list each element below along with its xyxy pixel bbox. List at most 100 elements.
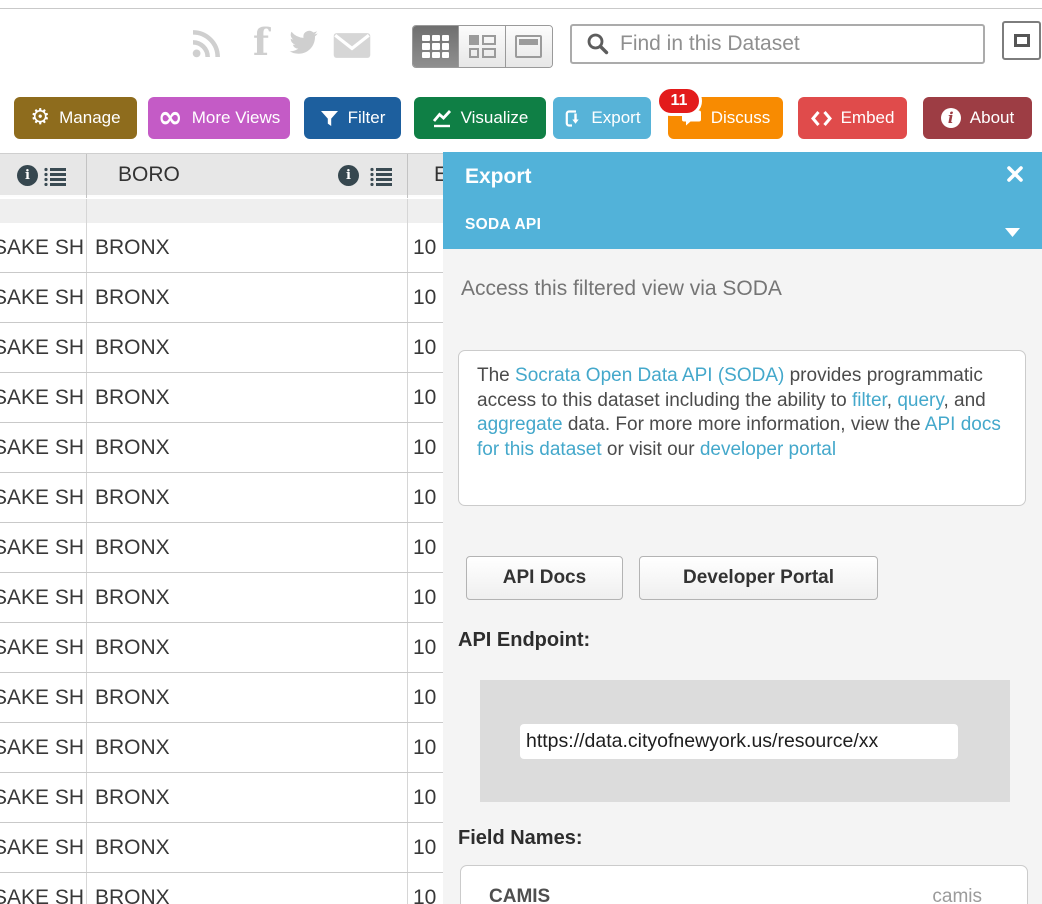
visualize-button[interactable]: Visualize xyxy=(414,97,546,139)
cell-name[interactable]: SAKE SH xyxy=(0,873,87,904)
chevron-down-icon[interactable] xyxy=(1005,224,1020,242)
cell-boro[interactable]: BRONX xyxy=(87,873,408,904)
close-icon[interactable] xyxy=(1006,165,1024,183)
cell-boro[interactable]: BRONX xyxy=(87,723,408,772)
code-brackets-icon xyxy=(811,110,832,127)
api-endpoint-input[interactable] xyxy=(520,724,958,759)
cell-boro[interactable]: BRONX xyxy=(87,773,408,822)
page-view-icon xyxy=(515,35,542,58)
filter-button[interactable]: Filter xyxy=(304,97,401,139)
cell-name[interactable]: SAKE SH xyxy=(0,673,87,722)
discuss-count-badge[interactable]: 11 xyxy=(656,86,702,116)
more-views-button[interactable]: ∞ More Views xyxy=(148,97,290,139)
cell-name[interactable]: SAKE SH xyxy=(0,823,87,872)
maximize-button[interactable] xyxy=(1002,21,1041,60)
split-view-icon xyxy=(469,35,496,58)
view-toggle-group xyxy=(412,25,553,68)
embed-button[interactable]: Embed xyxy=(798,97,907,139)
cell-boro[interactable]: BRONX xyxy=(87,473,408,522)
cell-name[interactable]: SAKE SH xyxy=(0,373,87,422)
embed-label: Embed xyxy=(841,108,895,128)
soda-paragraph: The Socrata Open Data API (SODA) provide… xyxy=(477,364,1007,462)
cell-name[interactable]: SAKE SH xyxy=(0,623,87,672)
export-label: Export xyxy=(591,108,640,128)
column-label-boro: BORO xyxy=(118,163,180,187)
paragraph-text: , xyxy=(887,390,898,411)
cell-name[interactable]: SAKE SH xyxy=(0,223,87,272)
soda-api-section-header[interactable]: SODA API xyxy=(465,216,541,234)
cell-boro[interactable]: BRONX xyxy=(87,823,408,872)
field-display-name: CAMIS xyxy=(489,886,550,904)
cell-boro[interactable]: BRONX xyxy=(87,323,408,372)
inline-link[interactable]: query xyxy=(897,390,943,411)
field-row: CAMIS camis xyxy=(461,866,1027,904)
cell-name[interactable]: SAKE SH xyxy=(0,423,87,472)
inline-link[interactable]: developer portal xyxy=(700,439,836,460)
socrata-dataset-page: f ⚙ Manage ∞ M xyxy=(0,0,1042,904)
grid-view-button[interactable] xyxy=(413,26,459,67)
maximize-icon xyxy=(1014,34,1030,47)
filter-cell xyxy=(0,199,87,223)
visualize-label: Visualize xyxy=(461,108,529,128)
developer-portal-button[interactable]: Developer Portal xyxy=(639,556,878,600)
field-list: CAMIS camis xyxy=(460,865,1028,904)
manage-button[interactable]: ⚙ Manage xyxy=(14,97,137,139)
more-views-label: More Views xyxy=(192,108,281,128)
inline-link[interactable]: filter xyxy=(852,390,887,411)
info-icon: i xyxy=(941,108,961,128)
email-icon[interactable] xyxy=(333,32,371,64)
page-view-button[interactable] xyxy=(506,26,552,67)
export-page-icon xyxy=(563,109,582,128)
api-docs-button[interactable]: API Docs xyxy=(466,556,623,600)
cell-boro[interactable]: BRONX xyxy=(87,673,408,722)
column-menu-icon[interactable] xyxy=(44,167,67,191)
column-menu-icon[interactable] xyxy=(370,167,393,191)
cell-boro[interactable]: BRONX xyxy=(87,273,408,322)
cell-boro[interactable]: BRONX xyxy=(87,423,408,472)
soda-subtitle: Access this filtered view via SODA xyxy=(461,277,782,301)
rss-icon[interactable] xyxy=(191,27,223,64)
funnel-icon xyxy=(320,110,339,127)
twitter-icon[interactable] xyxy=(288,30,319,61)
discuss-label: Discuss xyxy=(711,108,771,128)
cell-name[interactable]: SAKE SH xyxy=(0,473,87,522)
grid-view-icon xyxy=(422,35,449,58)
api-endpoint-label: API Endpoint: xyxy=(458,629,590,652)
paragraph-text: The xyxy=(477,365,515,386)
column-info-icon[interactable]: i xyxy=(17,165,38,186)
cell-boro[interactable]: BRONX xyxy=(87,373,408,422)
inline-link[interactable]: Socrata Open Data API (SODA) xyxy=(515,365,784,386)
field-names-label: Field Names: xyxy=(458,827,582,850)
filter-cell xyxy=(87,199,408,223)
dataset-toolbar: ⚙ Manage ∞ More Views Filter Visualize E… xyxy=(0,97,1042,139)
column-info-icon[interactable]: i xyxy=(338,165,359,186)
cell-boro[interactable]: BRONX xyxy=(87,223,408,272)
column-header-boro[interactable]: BORO i xyxy=(87,154,408,198)
paragraph-text: data. For more more information, view th… xyxy=(563,414,925,435)
about-label: About xyxy=(970,108,1014,128)
search-input[interactable] xyxy=(620,32,983,56)
cell-name[interactable]: SAKE SH xyxy=(0,723,87,772)
facebook-icon[interactable]: f xyxy=(253,24,269,61)
paragraph-text: or visit our xyxy=(602,439,700,460)
split-view-button[interactable] xyxy=(459,26,505,67)
find-in-dataset-search xyxy=(570,24,985,64)
cell-boro[interactable]: BRONX xyxy=(87,573,408,622)
manage-label: Manage xyxy=(59,108,120,128)
export-panel-header xyxy=(443,152,1042,249)
filter-label: Filter xyxy=(348,108,386,128)
cell-boro[interactable]: BRONX xyxy=(87,623,408,672)
inline-link[interactable]: aggregate xyxy=(477,414,563,435)
cell-name[interactable]: SAKE SH xyxy=(0,523,87,572)
about-button[interactable]: i About xyxy=(923,97,1032,139)
binoculars-icon: ∞ xyxy=(158,106,183,130)
chart-icon xyxy=(432,109,452,128)
cell-name[interactable]: SAKE SH xyxy=(0,773,87,822)
column-header-1[interactable]: i xyxy=(0,154,87,198)
cell-boro[interactable]: BRONX xyxy=(87,523,408,572)
export-button[interactable]: Export xyxy=(553,97,651,139)
cell-name[interactable]: SAKE SH xyxy=(0,573,87,622)
cell-name[interactable]: SAKE SH xyxy=(0,273,87,322)
cell-name[interactable]: SAKE SH xyxy=(0,323,87,372)
search-icon xyxy=(586,32,610,56)
